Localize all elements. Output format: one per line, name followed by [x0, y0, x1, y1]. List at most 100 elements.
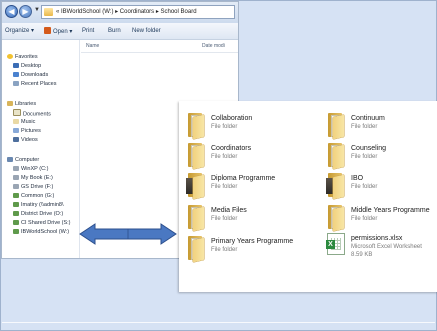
nav-drive-o[interactable]: District Drive (O:)	[13, 210, 63, 219]
folder-item-counseling[interactable]: Counseling File folder	[324, 141, 437, 170]
drive-icon	[13, 174, 19, 180]
nav-label: Favorites	[15, 54, 38, 60]
folder-icon	[184, 205, 208, 232]
nav-recent-places[interactable]: Recent Places	[13, 80, 56, 89]
nav-label: District Drive (O:)	[21, 211, 64, 217]
nav-drive-w[interactable]: IBWorldSchool (W:)	[13, 228, 69, 237]
item-name: Middle Years Programme	[351, 207, 430, 214]
network-drive-icon	[13, 210, 19, 216]
folder-photo-icon	[324, 173, 348, 200]
item-name: Diploma Programme	[211, 175, 276, 182]
folder-content-view: Collaboration File folder Continuum File…	[179, 101, 437, 292]
nav-label: Music	[21, 119, 36, 125]
music-icon	[13, 118, 19, 124]
folder-item-continuum[interactable]: Continuum File folder	[324, 111, 437, 140]
nav-videos[interactable]: Videos	[13, 136, 38, 145]
nav-drive-e[interactable]: My Book (E:)	[13, 174, 53, 183]
folder-item-primary-years-programme[interactable]: Primary Years Programme File folder	[184, 234, 304, 263]
nav-libraries[interactable]: Libraries	[7, 100, 36, 109]
computer-icon	[7, 156, 13, 162]
nav-music[interactable]: Music	[13, 118, 35, 127]
organize-button[interactable]: Organize ▾	[5, 27, 34, 35]
nav-downloads[interactable]: Downloads	[13, 71, 48, 80]
item-type: File folder	[211, 247, 238, 253]
item-type: File folder	[211, 154, 238, 160]
folder-item-collaboration[interactable]: Collaboration File folder	[184, 111, 304, 140]
folder-item-coordinators[interactable]: Coordinators File folder	[184, 141, 304, 170]
recent-places-icon	[13, 80, 19, 86]
burn-button[interactable]: Burn	[108, 27, 121, 35]
nav-drive-i[interactable]: Imatiry (\\admin8\	[13, 201, 63, 210]
forward-button[interactable]: ▶	[19, 5, 32, 18]
folder-item-media-files[interactable]: Media Files File folder	[184, 203, 304, 232]
item-name: Continuum	[351, 115, 385, 122]
file-item-permissions[interactable]: X permissions.xlsx Microsoft Excel Works…	[324, 231, 437, 265]
address-field[interactable]: « IBWorldSchool (W:) ▸ Coordinators ▸ Sc…	[41, 5, 235, 19]
new-folder-button[interactable]: New folder	[132, 27, 161, 35]
folder-item-ibo[interactable]: IBO File folder	[324, 171, 437, 200]
item-name: IBO	[351, 175, 364, 182]
command-bar: Organize ▾ Open ▾ Print Burn New folder	[2, 23, 238, 40]
nav-label: Videos	[21, 137, 38, 143]
drive-icon	[13, 183, 19, 189]
documents-icon	[13, 109, 21, 116]
breadcrumb[interactable]: « IBWorldSchool (W:) ▸ Coordinators ▸ Sc…	[56, 7, 197, 17]
folder-icon	[184, 236, 208, 263]
folder-item-diploma-programme[interactable]: Diploma Programme File folder	[184, 171, 304, 200]
item-type: File folder	[351, 154, 378, 160]
nav-computer[interactable]: Computer	[7, 156, 39, 165]
nav-favorites[interactable]: Favorites	[7, 53, 38, 62]
divider-line	[2, 322, 435, 323]
desktop-icon	[13, 62, 19, 68]
nav-label: WinXP (C:)	[21, 166, 49, 172]
open-button[interactable]: Open ▾	[44, 27, 72, 36]
libraries-icon	[7, 100, 13, 106]
item-type: File folder	[351, 216, 378, 222]
folder-icon	[184, 143, 208, 170]
folder-icon	[324, 205, 348, 232]
column-name[interactable]: Name	[86, 43, 99, 49]
powerpoint-icon	[44, 27, 51, 34]
folder-item-middle-years-programme[interactable]: Middle Years Programme File folder	[324, 203, 437, 232]
item-size: 8.59 KB	[351, 252, 373, 258]
nav-documents[interactable]: Documents	[13, 109, 51, 118]
nav-label: Downloads	[21, 72, 49, 78]
address-bar: ◀ ▶ ▼ « IBWorldSchool (W:) ▸ Coordinator…	[2, 2, 238, 23]
item-type: File folder	[211, 124, 238, 130]
network-drive-icon	[13, 201, 19, 207]
drive-icon	[13, 165, 19, 171]
nav-drive-s[interactable]: CI Shared Drive (S:)	[13, 219, 71, 228]
nav-drive-g[interactable]: Common (G:)	[13, 192, 54, 201]
nav-label: Documents	[23, 111, 51, 118]
nav-label: Recent Places	[21, 81, 57, 87]
nav-drive-f[interactable]: GS Drive (F:)	[13, 183, 53, 192]
folder-icon	[44, 8, 53, 16]
nav-label: CI Shared Drive (S:)	[21, 220, 71, 226]
network-drive-icon	[13, 192, 19, 198]
column-header: Name Date modi	[81, 41, 238, 53]
pictures-icon	[13, 127, 19, 133]
folder-icon	[184, 113, 208, 140]
print-button[interactable]: Print	[82, 27, 94, 35]
navigation-pane: Favorites Desktop Downloads Recent Place…	[2, 40, 80, 258]
recent-pages-dropdown[interactable]: ▼	[34, 7, 40, 13]
item-type: File folder	[211, 216, 238, 222]
item-type: File folder	[211, 184, 238, 190]
item-name: Coordinators	[211, 145, 252, 152]
folder-icon	[324, 143, 348, 170]
nav-drive-c[interactable]: WinXP (C:)	[13, 165, 48, 174]
column-date-modified[interactable]: Date modi	[202, 43, 225, 49]
excel-file-icon: X	[326, 233, 345, 255]
back-button[interactable]: ◀	[5, 5, 18, 18]
nav-label: Desktop	[21, 63, 42, 69]
nav-pictures[interactable]: Pictures	[13, 127, 41, 136]
videos-icon	[13, 136, 19, 142]
nav-label: Computer	[15, 157, 40, 163]
item-name: permissions.xlsx	[351, 235, 403, 242]
item-name: Media Files	[211, 207, 247, 214]
nav-desktop[interactable]: Desktop	[13, 62, 41, 71]
star-icon	[7, 53, 13, 59]
nav-label: My Book (E:)	[21, 175, 53, 181]
nav-label: Pictures	[21, 128, 41, 134]
double-arrow-icon	[79, 223, 177, 245]
